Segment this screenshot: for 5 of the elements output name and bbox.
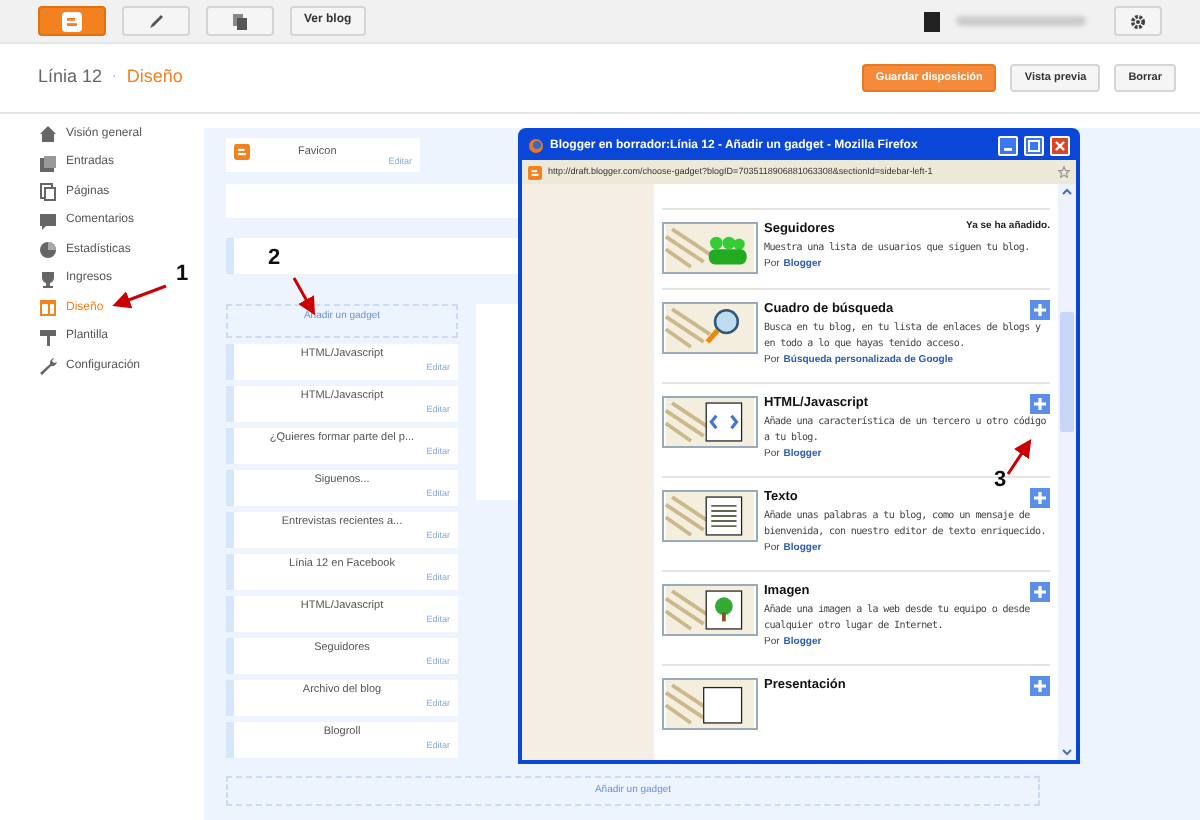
- annotation-number: 3: [994, 466, 1007, 496]
- annotation-number: 1: [176, 260, 189, 290]
- page-title: Diseño: [126, 64, 183, 91]
- annotation-number: 2: [268, 244, 281, 274]
- blog-name: Línia 12: [38, 64, 103, 91]
